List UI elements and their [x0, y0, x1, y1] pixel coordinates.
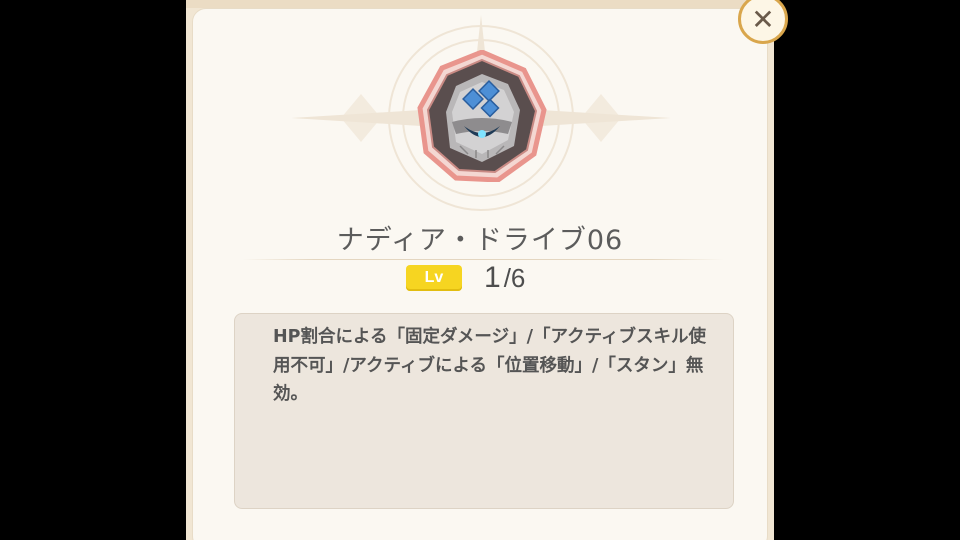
golem-emblem-icon [417, 50, 547, 182]
level-current: 1 [484, 261, 501, 294]
letterbox-right [774, 0, 960, 540]
close-icon: ✕ [751, 2, 775, 36]
screen: ナディア・ドライブ06 Lv 1 / 6 HP割合による「固定ダメージ」/「アク… [0, 0, 960, 540]
level-separator: / [503, 262, 511, 293]
item-detail-panel: ナディア・ドライブ06 Lv 1 / 6 HP割合による「固定ダメージ」/「アク… [186, 0, 774, 540]
level-max: 6 [510, 262, 526, 293]
description-box: HP割合による「固定ダメージ」/「アクティブスキル使用不可」/アクティブによる「… [234, 313, 734, 509]
level-badge: Lv [406, 265, 462, 291]
item-name: ナディア・ドライブ06 [336, 225, 624, 256]
panel-top-strip [186, 0, 774, 8]
item-description: HP割合による「固定ダメージ」/「アクティブスキル使用不可」/アクティブによる「… [273, 327, 707, 404]
level-row: Lv 1 / 6 [406, 258, 525, 298]
